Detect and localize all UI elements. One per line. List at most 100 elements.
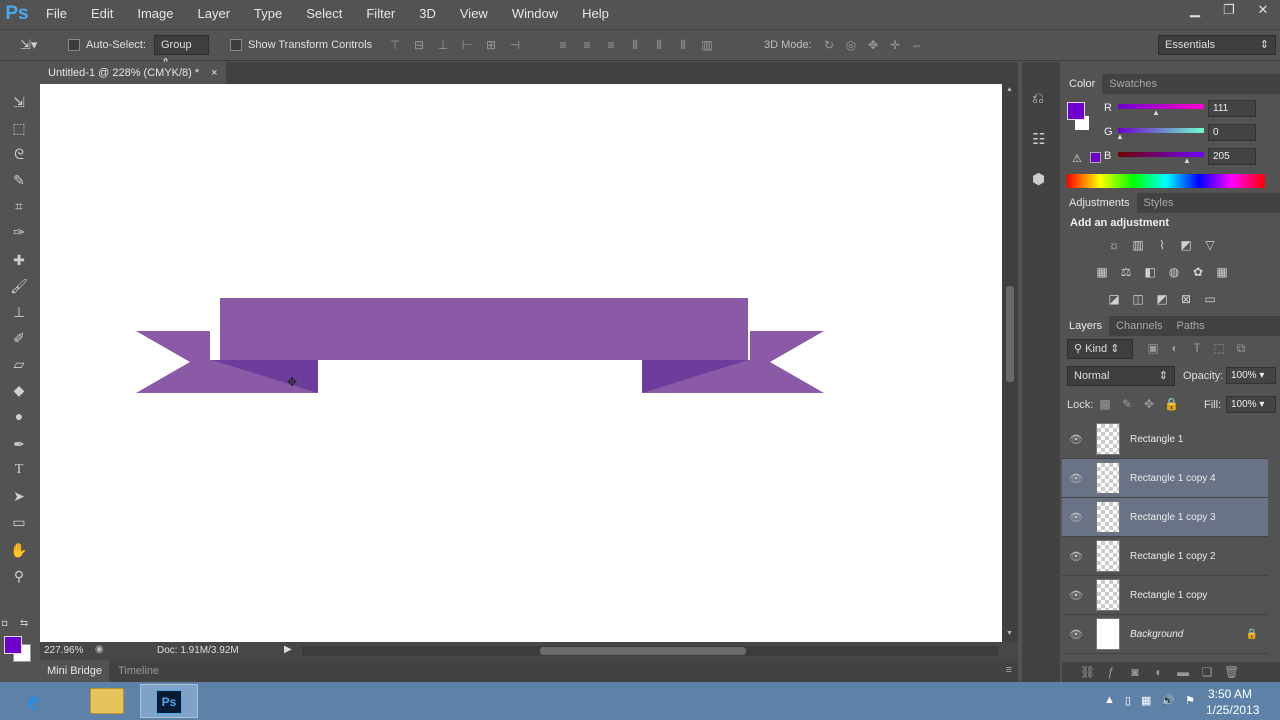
action-center-icon[interactable]: ⚑ xyxy=(1185,694,1195,707)
clock-date[interactable]: 1/25/2013 xyxy=(1206,703,1259,717)
filter-smart-object-icon[interactable]: ⧉ xyxy=(1234,341,1248,355)
channel-mixer-icon[interactable]: ✿ xyxy=(1188,264,1208,280)
channel-g-slider[interactable] xyxy=(1118,128,1204,133)
gradient-map-icon[interactable]: ▭ xyxy=(1200,291,1220,307)
visibility-eye-icon[interactable]: 👁 xyxy=(1062,589,1090,602)
tab-swatches[interactable]: Swatches xyxy=(1102,74,1164,94)
3d-rotate-icon[interactable]: ↻ xyxy=(822,38,836,52)
tab-mini-bridge[interactable]: Mini Bridge xyxy=(40,660,110,682)
distribute-left-icon[interactable]: ⫴ xyxy=(628,38,642,52)
vertical-scrollbar[interactable]: ▲ ▼ xyxy=(1002,84,1018,642)
menu-help[interactable]: Help xyxy=(570,0,621,28)
visibility-eye-icon[interactable]: 👁 xyxy=(1062,433,1090,446)
swap-colors-icon[interactable]: ⇆ xyxy=(20,618,34,630)
horizontal-scrollbar[interactable] xyxy=(302,646,998,656)
channel-g-input[interactable]: 0 xyxy=(1208,124,1256,141)
eraser-tool-icon[interactable]: ▱ xyxy=(8,354,30,374)
3d-panel-icon[interactable]: ⬢ xyxy=(1032,170,1045,188)
foreground-color-swatch[interactable] xyxy=(4,636,22,654)
align-top-icon[interactable]: ⊤ xyxy=(388,38,402,52)
menu-layer[interactable]: Layer xyxy=(186,0,243,28)
filter-pixel-icon[interactable]: ▣ xyxy=(1146,341,1160,355)
lock-position-icon[interactable]: ✥ xyxy=(1142,397,1156,411)
align-bottom-icon[interactable]: ⊥ xyxy=(436,38,450,52)
delete-layer-icon[interactable]: 🗑 xyxy=(1224,665,1239,679)
menu-filter[interactable]: Filter xyxy=(354,0,407,28)
document-tab[interactable]: Untitled-1 @ 228% (CMYK/8) * × xyxy=(40,62,226,84)
network-icon[interactable]: ▦ xyxy=(1141,694,1151,707)
channel-r-handle[interactable]: ▲ xyxy=(1152,108,1160,117)
opacity-input[interactable]: 100% ▾ xyxy=(1226,367,1276,384)
align-right-icon[interactable]: ⊣ xyxy=(508,38,522,52)
lasso-tool-icon[interactable]: ᘓ xyxy=(8,144,30,164)
layer-row[interactable]: 👁 Rectangle 1 xyxy=(1062,420,1268,459)
clock-time[interactable]: 3:50 AM xyxy=(1208,687,1252,701)
filter-type-icon[interactable]: T xyxy=(1190,341,1204,355)
distribute-bottom-icon[interactable]: ≡ xyxy=(604,38,618,52)
visibility-eye-icon[interactable]: 👁 xyxy=(1062,472,1090,485)
color-spectrum-bar[interactable] xyxy=(1067,174,1265,188)
brush-tool-icon[interactable]: 🖌 xyxy=(8,276,30,296)
scroll-down-icon[interactable]: ▼ xyxy=(1006,630,1013,637)
photoshop-taskbar-button[interactable]: Ps xyxy=(140,684,198,718)
properties-panel-icon[interactable]: ☷ xyxy=(1032,130,1045,148)
layer-kind-filter[interactable]: ⚲ Kind ⇕ xyxy=(1067,339,1133,359)
visibility-eye-icon[interactable]: 👁 xyxy=(1062,550,1090,563)
tab-timeline[interactable]: Timeline xyxy=(118,660,159,682)
distribute-top-icon[interactable]: ≡ xyxy=(556,38,570,52)
align-vcenter-icon[interactable]: ⊟ xyxy=(412,38,426,52)
paint-bucket-icon[interactable]: ◆ xyxy=(8,380,30,400)
clone-stamp-icon[interactable]: ⊥ xyxy=(8,302,30,322)
auto-select-group-dropdown[interactable]: Group ⇕ xyxy=(154,35,209,69)
selective-color-icon[interactable]: ⊠ xyxy=(1176,291,1196,307)
zoom-level[interactable]: 227.96% xyxy=(44,645,83,656)
new-adjustment-icon[interactable]: ◐ xyxy=(1152,665,1166,679)
vertical-scroll-thumb[interactable] xyxy=(1006,286,1014,382)
file-explorer-icon[interactable] xyxy=(90,688,124,714)
panel-menu-icon[interactable]: ≡ xyxy=(1006,664,1012,676)
channel-r-slider[interactable] xyxy=(1118,104,1204,109)
layer-row[interactable]: 👁 Rectangle 1 copy xyxy=(1062,576,1268,615)
crop-tool-icon[interactable]: ⌗ xyxy=(8,196,30,216)
invert-icon[interactable]: ◪ xyxy=(1104,291,1124,307)
levels-icon[interactable]: ▥ xyxy=(1128,237,1148,253)
3d-slide-icon[interactable]: ✛ xyxy=(888,38,902,52)
link-layers-icon[interactable]: ⛓ xyxy=(1080,665,1095,679)
menu-view[interactable]: View xyxy=(448,0,500,28)
document-canvas[interactable]: ✥ xyxy=(40,84,1002,642)
menu-select[interactable]: Select xyxy=(294,0,354,28)
tray-expand-icon[interactable]: ▲ xyxy=(1104,694,1115,707)
lock-transparent-icon[interactable]: ▩ xyxy=(1098,397,1112,411)
restore-icon[interactable]: ❐ xyxy=(1212,0,1246,22)
move-tool-icon[interactable]: ⇲ xyxy=(8,92,30,112)
color-lookup-icon[interactable]: ▦ xyxy=(1212,264,1232,280)
posterize-icon[interactable]: ◫ xyxy=(1128,291,1148,307)
gamut-swatch[interactable] xyxy=(1090,152,1101,163)
channel-b-handle[interactable]: ▲ xyxy=(1183,156,1191,165)
brightness-icon[interactable]: ☼ xyxy=(1104,237,1124,253)
menu-type[interactable]: Type xyxy=(242,0,294,28)
hand-tool-icon[interactable]: ✋ xyxy=(8,540,30,560)
tab-channels[interactable]: Channels xyxy=(1109,316,1169,336)
channel-b-slider[interactable] xyxy=(1118,152,1204,157)
3d-scale-icon[interactable]: ⇔ xyxy=(910,38,924,52)
menu-edit[interactable]: Edit xyxy=(79,0,125,28)
marquee-tool-icon[interactable]: ⬚ xyxy=(8,118,30,138)
menu-window[interactable]: Window xyxy=(500,0,570,28)
show-transform-checkbox[interactable] xyxy=(230,39,242,51)
workspace-dropdown[interactable]: Essentials ⇕ xyxy=(1158,35,1276,55)
align-hcenter-icon[interactable]: ⊞ xyxy=(484,38,498,52)
menu-file[interactable]: File xyxy=(34,0,79,28)
auto-select-checkbox[interactable] xyxy=(68,39,80,51)
auto-align-icon[interactable]: ▥ xyxy=(700,38,714,52)
lock-all-icon[interactable]: 🔒 xyxy=(1164,397,1179,411)
minimize-icon[interactable]: ▁ xyxy=(1178,0,1212,22)
visibility-eye-icon[interactable]: 👁 xyxy=(1062,511,1090,524)
layer-style-icon[interactable]: ƒ xyxy=(1104,665,1118,679)
3d-roll-icon[interactable]: ◎ xyxy=(844,38,858,52)
photo-filter-icon[interactable]: ◍ xyxy=(1164,264,1184,280)
tab-color[interactable]: Color xyxy=(1062,74,1103,94)
fill-input[interactable]: 100% ▾ xyxy=(1226,396,1276,413)
scroll-up-icon[interactable]: ▲ xyxy=(1006,86,1013,93)
tab-layers[interactable]: Layers xyxy=(1062,316,1110,336)
